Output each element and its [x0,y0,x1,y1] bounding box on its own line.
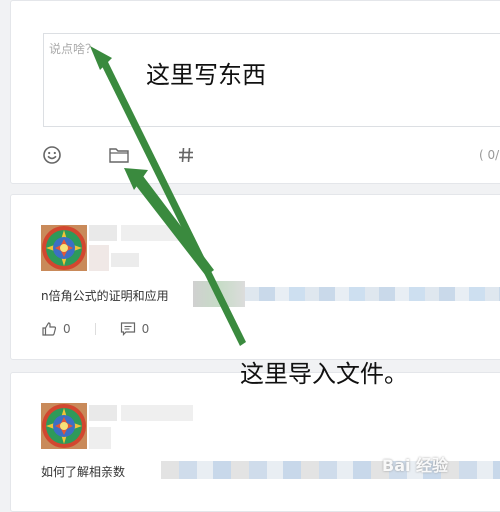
folder-icon [109,148,129,163]
annotation-write-here: 这里写东西 [146,61,266,89]
blurred-meta [89,245,109,271]
avatar[interactable] [41,225,87,271]
blurred-username [121,225,187,241]
blurred-meta [89,427,111,449]
blurred-text [245,287,500,301]
compose-card: ( 0/10 [10,0,500,184]
smiley-icon [43,146,61,164]
topic-button[interactable] [175,144,197,166]
comment-icon [120,322,135,336]
post-title[interactable]: 如何了解相亲数 [41,463,125,480]
divider [94,323,96,335]
annotation-import-here: 这里导入文件。 [240,360,408,388]
blurred-username [121,405,193,421]
post-card: n倍角公式的证明和应用 0 0 [10,194,500,360]
post-input[interactable] [44,34,500,126]
post-title[interactable]: n倍角公式的证明和应用 [41,287,169,304]
avatar[interactable] [41,403,87,449]
blurred-text [161,461,500,479]
like-count: 0 [63,322,71,336]
comment-button[interactable]: 0 [120,321,150,337]
import-file-button[interactable] [108,144,130,166]
blurred-username [89,225,117,241]
post-actions: 0 0 [41,321,149,337]
like-button[interactable]: 0 [41,321,71,337]
comment-count: 0 [141,322,150,336]
hashtag-icon [179,147,193,163]
mandala-avatar-image [41,403,87,449]
blurred-username [89,405,117,421]
emoji-button[interactable] [41,144,63,166]
thumbs-up-icon [42,322,57,336]
post-textbox [43,33,500,127]
post-card: 如何了解相亲数 [10,372,500,512]
blurred-meta [111,253,139,267]
watermark-logo: Bai 经验 [382,456,449,475]
mandala-avatar-image [41,225,87,271]
blurred-text [193,281,245,307]
char-counter: ( 0/10 [479,148,500,162]
